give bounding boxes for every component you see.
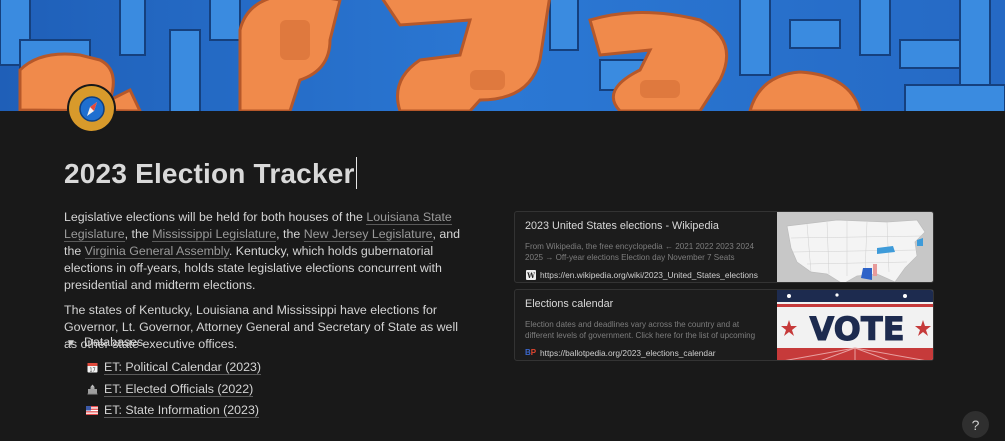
page-title-text: 2023 Election Tracker <box>64 158 355 189</box>
bookmark-description: Election dates and deadlines vary across… <box>525 320 756 340</box>
bookmark-url-text: https://en.wikipedia.org/wiki/2023_Unite… <box>540 269 758 280</box>
databases-toggle[interactable]: ▼ Databases <box>66 335 143 349</box>
database-link-elected-officials[interactable]: ET: Elected Officials (2022) <box>86 379 261 401</box>
svg-text:VOTE: VOTE <box>809 310 904 348</box>
help-button[interactable]: ? <box>962 411 989 438</box>
triangle-down-icon[interactable]: ▼ <box>66 338 78 349</box>
paragraph-text: Legislative elections will be held for b… <box>64 210 367 224</box>
database-link-state-information[interactable]: ET: State Information (2023) <box>86 400 261 422</box>
paragraph-legislative[interactable]: Legislative elections will be held for b… <box>64 209 469 294</box>
bookmark-description: From Wikipedia, the free encyclopedia ← … <box>525 242 755 262</box>
wikipedia-favicon-icon: W <box>525 269 536 280</box>
svg-text:17: 17 <box>89 368 95 374</box>
text-caret <box>355 157 357 189</box>
cover-image <box>0 0 1005 111</box>
page-title[interactable]: 2023 Election Tracker <box>64 157 357 190</box>
ballotpedia-favicon-icon: BP <box>524 348 537 357</box>
link-new-jersey-legislature[interactable]: New Jersey Legislature <box>303 227 433 242</box>
bookmark-url-text: https://ballotpedia.org/2023_elections_c… <box>540 347 716 358</box>
database-link-label: ET: State Information (2023) <box>104 403 259 419</box>
calendar-icon: 17 <box>86 362 98 374</box>
bookmark-title: Elections calendar <box>525 298 614 310</box>
link-virginia-general-assembly[interactable]: Virginia General Assembly <box>84 244 229 259</box>
database-link-political-calendar[interactable]: 17 ET: Political Calendar (2023) <box>86 357 262 379</box>
paragraph-text: , the <box>124 227 153 241</box>
bookmark-ballotpedia[interactable]: Elections calendar Election dates and de… <box>514 289 934 361</box>
us-map-image <box>777 212 933 282</box>
database-link-label: ET: Elected Officials (2022) <box>104 381 254 397</box>
link-mississippi-legislature[interactable]: Mississippi Legislature <box>152 227 277 242</box>
databases-list: 17 ET: Political Calendar (2023) ET: Ele… <box>86 357 262 422</box>
us-flag-icon <box>86 405 98 417</box>
database-link-label: ET: Political Calendar (2023) <box>104 360 262 376</box>
capitol-icon <box>86 383 98 395</box>
bookmark-url: BP https://ballotpedia.org/2023_election… <box>525 347 770 358</box>
compass-icon[interactable] <box>69 86 114 131</box>
bookmark-wikipedia[interactable]: 2023 United States elections - Wikipedia… <box>514 211 934 283</box>
bookmark-url: W https://en.wikipedia.org/wiki/2023_Uni… <box>525 269 770 280</box>
paragraph-text: , the <box>276 227 304 241</box>
page-cover[interactable] <box>0 0 1005 111</box>
vote-banner-image: VOTE <box>777 290 933 360</box>
toggle-label: Databases <box>84 335 144 349</box>
svg-text:W: W <box>526 271 535 280</box>
bookmark-title: 2023 United States elections - Wikipedia <box>525 220 719 232</box>
